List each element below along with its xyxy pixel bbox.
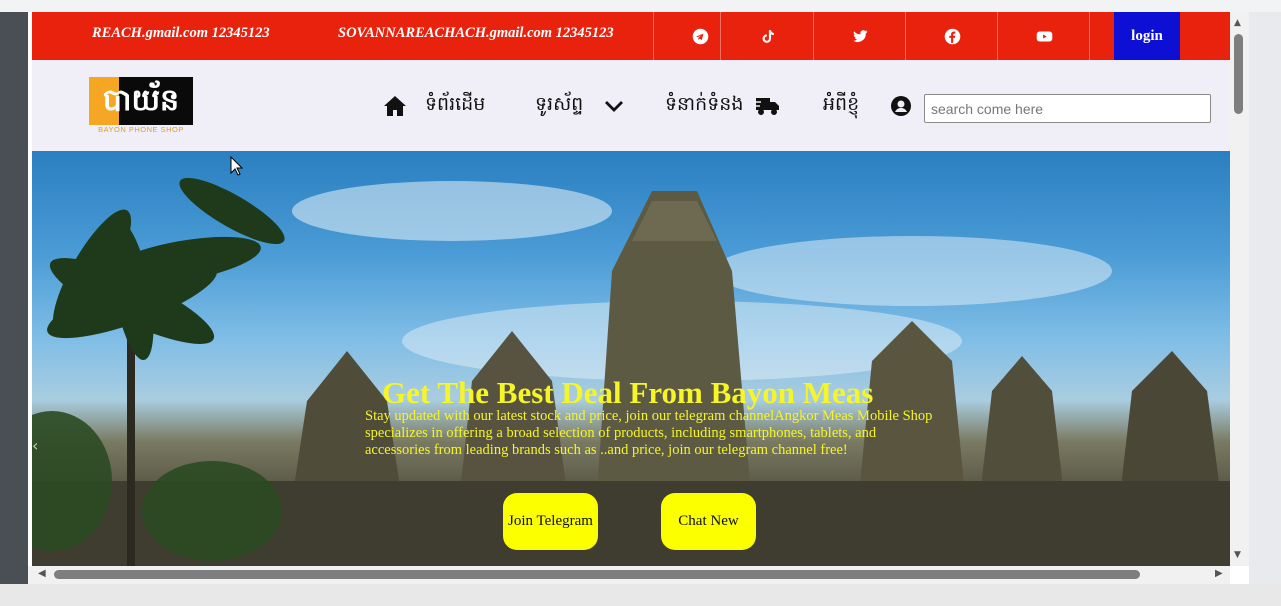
nav-contact[interactable]: ទំនាក់ទំនង	[665, 90, 781, 122]
hero-banner: ‹ Get The Best Deal From Bayon Meas Stay…	[32, 151, 1230, 566]
hero-title: Get The Best Deal From Bayon Meas	[382, 375, 874, 410]
background-app-bottom	[0, 584, 1281, 606]
tiktok-icon	[762, 29, 774, 43]
mouse-cursor-icon	[230, 156, 244, 176]
youtube-link[interactable]	[997, 12, 1090, 60]
nav-about-label: អំពីខ្ញុំ	[823, 93, 860, 115]
top-contact-bar: REACH.gmail.com 12345123 SOVANNAREACHACH…	[32, 12, 1230, 60]
logo-subtitle: BAYON PHONE SHOP	[98, 125, 184, 134]
tiktok-link[interactable]	[720, 12, 813, 60]
background-app-left	[0, 12, 28, 606]
twitter-icon	[852, 29, 868, 42]
youtube-icon	[1036, 31, 1052, 41]
nav-phones-label: ទូរស័ព្ទ	[535, 93, 584, 115]
join-telegram-button[interactable]: Join Telegram	[503, 493, 598, 550]
home-icon	[384, 96, 406, 116]
facebook-link[interactable]	[905, 12, 998, 60]
page-viewport: REACH.gmail.com 12345123 SOVANNAREACHACH…	[32, 12, 1230, 566]
logo-text: បាយ័ន	[102, 83, 180, 118]
contact-email-1: REACH.gmail.com 12345123	[92, 25, 270, 41]
facebook-icon	[944, 28, 960, 44]
topbar-divider	[1089, 12, 1115, 60]
chat-new-button[interactable]: Chat New	[661, 493, 756, 550]
vertical-scrollbar-thumb[interactable]	[1234, 34, 1243, 114]
horizontal-scrollbar-thumb[interactable]	[54, 570, 1140, 579]
temple-background-image	[32, 177, 1230, 566]
background-app-right	[1249, 12, 1281, 606]
contact-email-2: SOVANNAREACHACH.gmail.com 12345123	[338, 25, 614, 41]
main-navbar: បាយ័ន BAYON PHONE SHOP ទំព័រដើម ទូរស័ព្ទ…	[32, 60, 1230, 151]
nav-contact-label: ទំនាក់ទំនង	[665, 93, 744, 115]
twitter-link[interactable]	[813, 12, 906, 60]
carousel-prev-icon[interactable]: ‹	[32, 436, 38, 455]
scroll-right-icon[interactable]: ▶	[1215, 568, 1223, 579]
hero-description: Stay updated with our latest stock and p…	[365, 408, 933, 458]
telegram-icon	[692, 28, 708, 44]
browser-tabstrip-remnant	[0, 0, 1281, 12]
scroll-down-icon[interactable]: ▼	[1234, 550, 1241, 560]
bayon-logo[interactable]: បាយ័ន BAYON PHONE SHOP	[89, 77, 193, 134]
account-button[interactable]	[891, 90, 911, 122]
browser-window: REACH.gmail.com 12345123 SOVANNAREACHACH…	[28, 12, 1249, 584]
chevron-down-icon	[605, 101, 624, 112]
user-circle-icon	[891, 96, 911, 116]
search-input[interactable]	[924, 94, 1211, 123]
nav-home-label: ទំព័រដើម	[425, 93, 486, 115]
nav-phones-dropdown[interactable]: ទូរស័ព្ទ	[535, 90, 624, 122]
scroll-up-icon[interactable]: ▲	[1234, 18, 1241, 28]
nav-about[interactable]: អំពីខ្ញុំ	[823, 90, 859, 122]
login-button[interactable]: login	[1114, 12, 1180, 60]
truck-icon	[755, 98, 780, 115]
scroll-left-icon[interactable]: ◀	[38, 568, 46, 579]
nav-home[interactable]: ទំព័រដើម	[383, 90, 485, 122]
